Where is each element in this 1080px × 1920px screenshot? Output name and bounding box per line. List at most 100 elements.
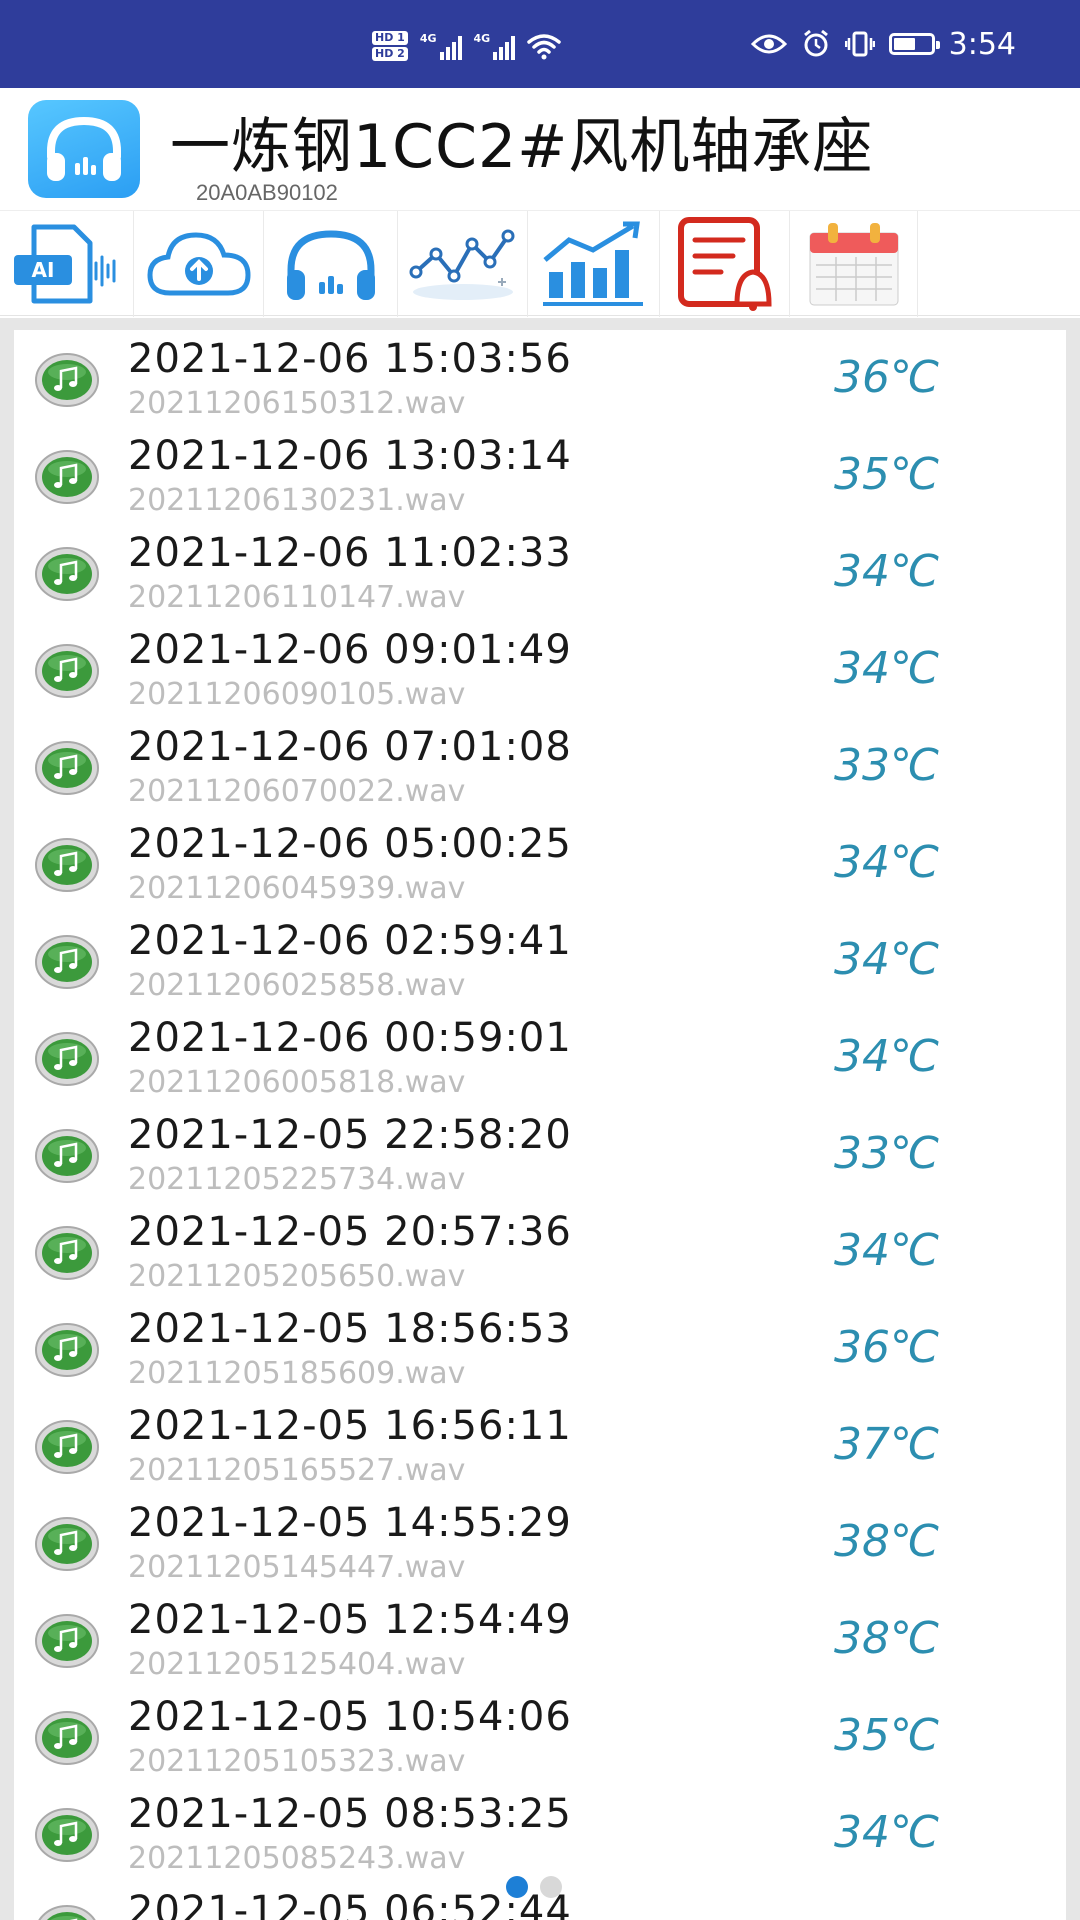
record-filename: 20211206150312.wav [128,386,466,421]
record-filename: 20211206070022.wav [128,774,466,809]
record-timestamp: 2021-12-06 09:01:49 [128,627,572,673]
record-filename: 20211205205650.wav [128,1259,466,1294]
record-filename: 20211206090105.wav [128,677,466,712]
record-temperature: 33℃ [834,740,940,791]
calendar-icon [809,223,898,306]
record-filename: 20211205085243.wav [128,1841,466,1876]
record-timestamp: 2021-12-05 08:53:25 [128,1791,572,1837]
record-row[interactable]: 2021-12-05 18:56:53 20211205185609.wav 3… [14,1300,1066,1397]
record-row[interactable]: 2021-12-05 10:54:06 20211205105323.wav 3… [14,1688,1066,1785]
record-row[interactable]: 2021-12-06 05:00:25 20211206045939.wav 3… [14,815,1066,912]
record-filename: 20211205145447.wav [128,1550,466,1585]
record-timestamp: 2021-12-05 16:56:11 [128,1403,572,1449]
record-row[interactable]: 2021-12-05 08:53:25 20211205085243.wav 3… [14,1785,1066,1882]
music-note-icon [35,1032,99,1086]
music-note-icon [35,1711,99,1765]
listen-button[interactable] [264,211,398,317]
network-type-1: 4G [419,32,437,45]
record-row[interactable]: 2021-12-06 02:59:41 20211206025858.wav 3… [14,912,1066,1009]
page-dot [540,1876,562,1898]
record-filename: 20211206045939.wav [128,871,466,906]
record-temperature: 33℃ [834,1128,940,1179]
record-filename: 20211205105323.wav [128,1744,466,1779]
music-note-icon [35,547,99,601]
record-row[interactable]: 2021-12-05 12:54:49 20211205125404.wav 3… [14,1591,1066,1688]
record-temperature: 34℃ [834,643,940,694]
eye-icon [750,34,787,54]
record-filename: 20211205125404.wav [128,1647,466,1682]
record-list-container: 2021-12-06 15:03:56 20211206150312.wav 3… [0,318,1080,1920]
music-note-icon [35,644,99,698]
record-temperature: 34℃ [834,837,940,888]
record-temperature: 34℃ [834,1225,940,1276]
sim2-hd-badge: HD 2 [372,47,408,61]
status-bar-left: HD 1 HD 2 4G 4G [372,26,561,66]
record-timestamp: 2021-12-05 20:57:36 [128,1209,572,1255]
hd-badges: HD 1 HD 2 [372,31,408,61]
record-row[interactable]: 2021-12-05 14:55:29 20211205145447.wav 3… [14,1494,1066,1591]
ai-label: AI [31,258,54,282]
statistics-button[interactable] [528,211,660,317]
headphones-icon [286,230,375,300]
page-indicator [506,1876,562,1898]
network-type-2: 4G [473,32,491,45]
music-note-icon [35,1323,99,1377]
music-note-icon [35,1226,99,1280]
alarm-report-button[interactable] [660,211,790,317]
record-temperature: 34℃ [834,934,940,985]
bar-chart-trend-icon [542,221,643,306]
upload-button[interactable] [134,211,264,317]
record-timestamp: 2021-12-05 12:54:49 [128,1597,572,1643]
music-note-icon [35,1420,99,1474]
trend-line-icon [409,229,514,300]
battery-icon [888,33,940,55]
record-row[interactable]: 2021-12-05 22:58:20 20211205225734.wav 3… [14,1106,1066,1203]
record-temperature: 34℃ [834,1031,940,1082]
signal-2-icon: 4G [474,32,516,60]
record-filename: 20211206025858.wav [128,968,466,1003]
alarm-report-icon [677,217,772,311]
music-note-icon [35,1129,99,1183]
record-row[interactable]: 2021-12-06 13:03:14 20211206130231.wav 3… [14,427,1066,524]
record-list[interactable]: 2021-12-06 15:03:56 20211206150312.wav 3… [14,330,1066,1920]
record-temperature: 35℃ [834,449,940,500]
record-row[interactable]: 2021-12-05 20:57:36 20211205205650.wav 3… [14,1203,1066,1300]
record-filename: 20211205225734.wav [128,1162,466,1197]
music-note-icon [35,1808,99,1862]
page-title: 一炼钢1CC2#风机轴承座 [170,112,874,182]
music-note-icon [35,838,99,892]
music-note-icon [35,353,99,407]
trend-button[interactable] [398,211,528,317]
record-timestamp: 2021-12-05 10:54:06 [128,1694,572,1740]
record-row[interactable]: 2021-12-06 07:01:08 20211206070022.wav 3… [14,718,1066,815]
record-row[interactable]: 2021-12-06 15:03:56 20211206150312.wav 3… [14,330,1066,427]
record-timestamp: 2021-12-06 11:02:33 [128,530,572,576]
record-row[interactable]: 2021-12-06 09:01:49 20211206090105.wav 3… [14,621,1066,718]
record-timestamp: 2021-12-06 15:03:56 [128,336,572,382]
app-header: 一炼钢1CC2#风机轴承座 20A0AB90102 [0,88,1080,208]
record-timestamp: 2021-12-06 13:03:14 [128,433,572,479]
record-row[interactable]: 2021-12-06 11:02:33 20211206110147.wav 3… [14,524,1066,621]
record-filename: 20211206130231.wav [128,483,466,518]
calendar-button[interactable] [790,211,918,317]
wifi-icon [527,34,561,60]
toolbar: AI [0,210,1080,317]
record-temperature: 35℃ [834,1710,940,1761]
music-note-icon [35,1614,99,1668]
device-id: 20A0AB90102 [196,180,338,205]
record-filename: 20211205165527.wav [128,1453,466,1488]
ai-audio-button[interactable]: AI [0,211,134,317]
record-temperature: 34℃ [834,546,940,597]
record-temperature: 37℃ [834,1419,940,1470]
music-note-icon [35,741,99,795]
record-row[interactable]: 2021-12-06 00:59:01 20211206005818.wav 3… [14,1009,1066,1106]
record-row[interactable]: 2021-12-05 16:56:11 20211205165527.wav 3… [14,1397,1066,1494]
alarm-clock-icon [803,29,828,57]
cloud-upload-icon [146,232,251,296]
record-filename: 20211205185609.wav [128,1356,466,1391]
record-temperature: 36℃ [834,352,940,403]
record-timestamp: 2021-12-06 07:01:08 [128,724,572,770]
record-timestamp: 2021-12-06 02:59:41 [128,918,572,964]
music-note-icon [35,935,99,989]
page-dot [506,1876,528,1898]
